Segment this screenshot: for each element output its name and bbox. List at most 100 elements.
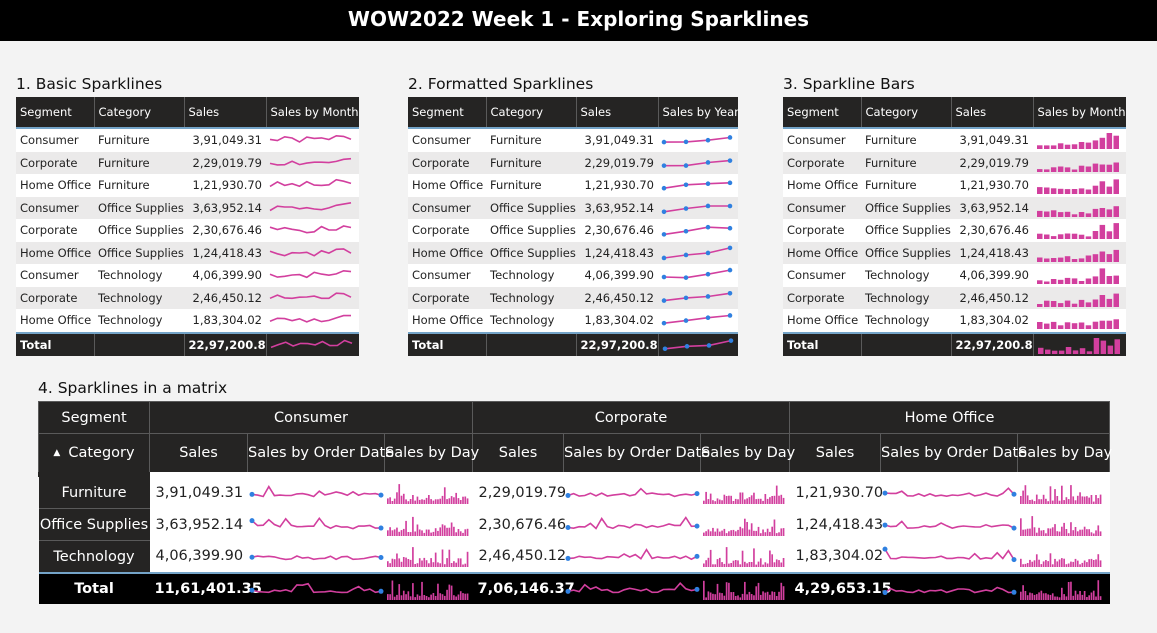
segment-header-consumer[interactable]: Consumer: [148, 401, 474, 434]
table-row[interactable]: Home Office Furniture 1,21,930.70: [16, 174, 359, 197]
measure-header-sales-by-order-date[interactable]: Sales by Order Date: [563, 433, 710, 475]
sort-ascending-icon[interactable]: ▲: [53, 448, 60, 458]
sparkline-path: [269, 315, 351, 324]
matrix-row[interactable]: Technology 4,06,399.90 2,46,450.12 1,83,…: [38, 540, 1110, 574]
sparkline-bar: [404, 499, 407, 504]
sparkline-bar: [1083, 526, 1085, 536]
column-header-sales-by-month[interactable]: Sales by Month: [265, 97, 359, 128]
sparkline-bar: [713, 531, 716, 536]
column-header-sales-by-year[interactable]: Sales by Year: [657, 97, 739, 128]
measure-header-sales[interactable]: Sales: [472, 433, 565, 475]
sparkline-path: [251, 555, 381, 561]
sparkline-path: [884, 486, 1015, 497]
row-header-technology[interactable]: Technology: [38, 540, 150, 574]
sparkline-bar: [1078, 211, 1085, 217]
table-row[interactable]: Home Office Technology 1,83,304.02: [16, 309, 359, 333]
table-row[interactable]: Home Office Technology 1,83,304.02: [408, 309, 738, 333]
measure-header-sales[interactable]: Sales: [149, 433, 248, 475]
column-header-sales-by-month[interactable]: Sales by Month: [1032, 97, 1126, 128]
table-row[interactable]: Consumer Office Supplies 3,63,952.14: [408, 196, 738, 219]
category-cell: Furniture: [94, 151, 184, 174]
table-row[interactable]: Corporate Office Supplies 2,30,676.46: [408, 219, 738, 242]
sparkline-path: [251, 484, 381, 498]
sparkline-bar: [727, 582, 730, 600]
sparkline-bar: [386, 594, 389, 600]
sparkline-bars: [702, 580, 784, 600]
order-date-sparkline-cell: [563, 540, 701, 573]
table-row[interactable]: Consumer Technology 4,06,399.90: [16, 264, 359, 287]
row-header-office-supplies[interactable]: Office Supplies: [38, 508, 150, 541]
table-row[interactable]: Home Office Furniture 1,21,930.70: [408, 174, 738, 197]
category-header[interactable]: ▲ Category: [38, 433, 150, 475]
column-header-sales[interactable]: Sales: [183, 97, 266, 128]
total-order-date-sparkline-cell: [247, 572, 385, 604]
matrix-row[interactable]: Office Supplies 3,63,952.14 2,30,676.46 …: [38, 508, 1110, 541]
sparkline-bar: [1083, 496, 1085, 504]
sparkline-cell: [266, 241, 359, 264]
sparkline-bar: [1067, 582, 1070, 600]
sparkline-bar: [407, 559, 409, 568]
total-sales: 22,97,200.86: [183, 331, 266, 356]
order-date-sparkline-cell: [563, 472, 701, 509]
table-row[interactable]: Corporate Furniture 2,29,019.79: [16, 151, 359, 174]
table-row[interactable]: Home Office Office Supplies 1,24,418.43: [408, 241, 738, 264]
sparkline-bar: [1074, 590, 1076, 600]
measure-header-sales-by-order-date[interactable]: Sales by Order Date: [880, 433, 1027, 475]
measure-header-sales[interactable]: Sales: [789, 433, 882, 475]
segment-cell: Consumer: [408, 196, 486, 219]
column-header-segment[interactable]: Segment: [408, 97, 486, 128]
sparkline-bar: [759, 558, 762, 568]
table-row[interactable]: Corporate Technology 2,46,450.12: [783, 286, 1126, 309]
total-order-date-sparkline-cell: [563, 572, 701, 604]
table-row[interactable]: Corporate Furniture 2,29,019.79: [408, 151, 738, 174]
column-header-sales[interactable]: Sales: [575, 97, 658, 128]
column-header-segment[interactable]: Segment: [783, 97, 861, 128]
column-header-category[interactable]: Category: [93, 97, 184, 128]
segment-header-home-office[interactable]: Home Office: [789, 401, 1111, 434]
table-row[interactable]: Home Office Technology 1,83,304.02: [783, 309, 1126, 333]
table-row[interactable]: Home Office Furniture 1,21,930.70: [783, 174, 1126, 197]
column-header-sales[interactable]: Sales: [950, 97, 1033, 128]
column-header-segment[interactable]: Segment: [16, 97, 94, 128]
column-header-category[interactable]: Category: [485, 97, 576, 128]
sparkline-bar: [1050, 257, 1057, 262]
table-row[interactable]: Corporate Office Supplies 2,30,676.46: [16, 219, 359, 242]
table-row[interactable]: Consumer Technology 4,06,399.90: [408, 264, 738, 287]
table-row[interactable]: Corporate Technology 2,46,450.12: [16, 286, 359, 309]
segment-header-corporate[interactable]: Corporate: [472, 401, 791, 434]
column-header-category[interactable]: Category: [860, 97, 951, 128]
sparkline-bar: [1037, 210, 1043, 217]
sparkline-bar: [1099, 494, 1101, 504]
category-cell: Technology: [861, 286, 951, 309]
table-row[interactable]: Consumer Furniture 3,91,049.31: [408, 127, 738, 152]
table-row[interactable]: Home Office Office Supplies 1,24,418.43: [783, 241, 1126, 264]
sparkline-bar: [748, 562, 750, 568]
table-row[interactable]: Corporate Furniture 2,29,019.79: [783, 151, 1126, 174]
sparkline-bar: [1092, 276, 1099, 285]
sparkline-bar: [438, 563, 441, 568]
measure-header-sales-by-order-date[interactable]: Sales by Order Date: [247, 433, 394, 475]
table-row[interactable]: Home Office Office Supplies 1,24,418.43: [16, 241, 359, 264]
sparkline-marker: [378, 588, 383, 594]
measure-header-sales-by-day[interactable]: Sales by Day: [1017, 433, 1112, 475]
sparkline-bar: [454, 531, 457, 536]
table-row[interactable]: Consumer Office Supplies 3,63,952.14: [783, 196, 1126, 219]
table-row[interactable]: Consumer Furniture 3,91,049.31: [16, 127, 359, 152]
sparkline-bar: [1057, 166, 1064, 172]
sparkline-bar: [452, 497, 455, 504]
table-row[interactable]: Corporate Technology 2,46,450.12: [408, 286, 738, 309]
sparkline-bar: [1071, 258, 1078, 262]
matrix-row[interactable]: Furniture 3,91,049.31 2,29,019.79 1,21,9…: [38, 472, 1110, 509]
table-row[interactable]: Corporate Office Supplies 2,30,676.46: [783, 219, 1126, 242]
sparkline-bar: [413, 597, 416, 600]
measure-header-sales-by-day[interactable]: Sales by Day: [383, 433, 479, 475]
table-row[interactable]: Consumer Technology 4,06,399.90: [783, 264, 1126, 287]
table-row[interactable]: Consumer Office Supplies 3,63,952.14: [16, 196, 359, 219]
row-header-furniture[interactable]: Furniture: [38, 472, 150, 509]
measure-header-sales-by-day[interactable]: Sales by Day: [700, 433, 795, 475]
segment-header-label: Segment: [38, 401, 150, 434]
sparkline-bar: [1044, 169, 1050, 172]
sparkline-bar: [1050, 145, 1057, 150]
table-row[interactable]: Consumer Furniture 3,91,049.31: [783, 127, 1126, 152]
sales-cell: 1,21,930.70: [789, 472, 883, 509]
